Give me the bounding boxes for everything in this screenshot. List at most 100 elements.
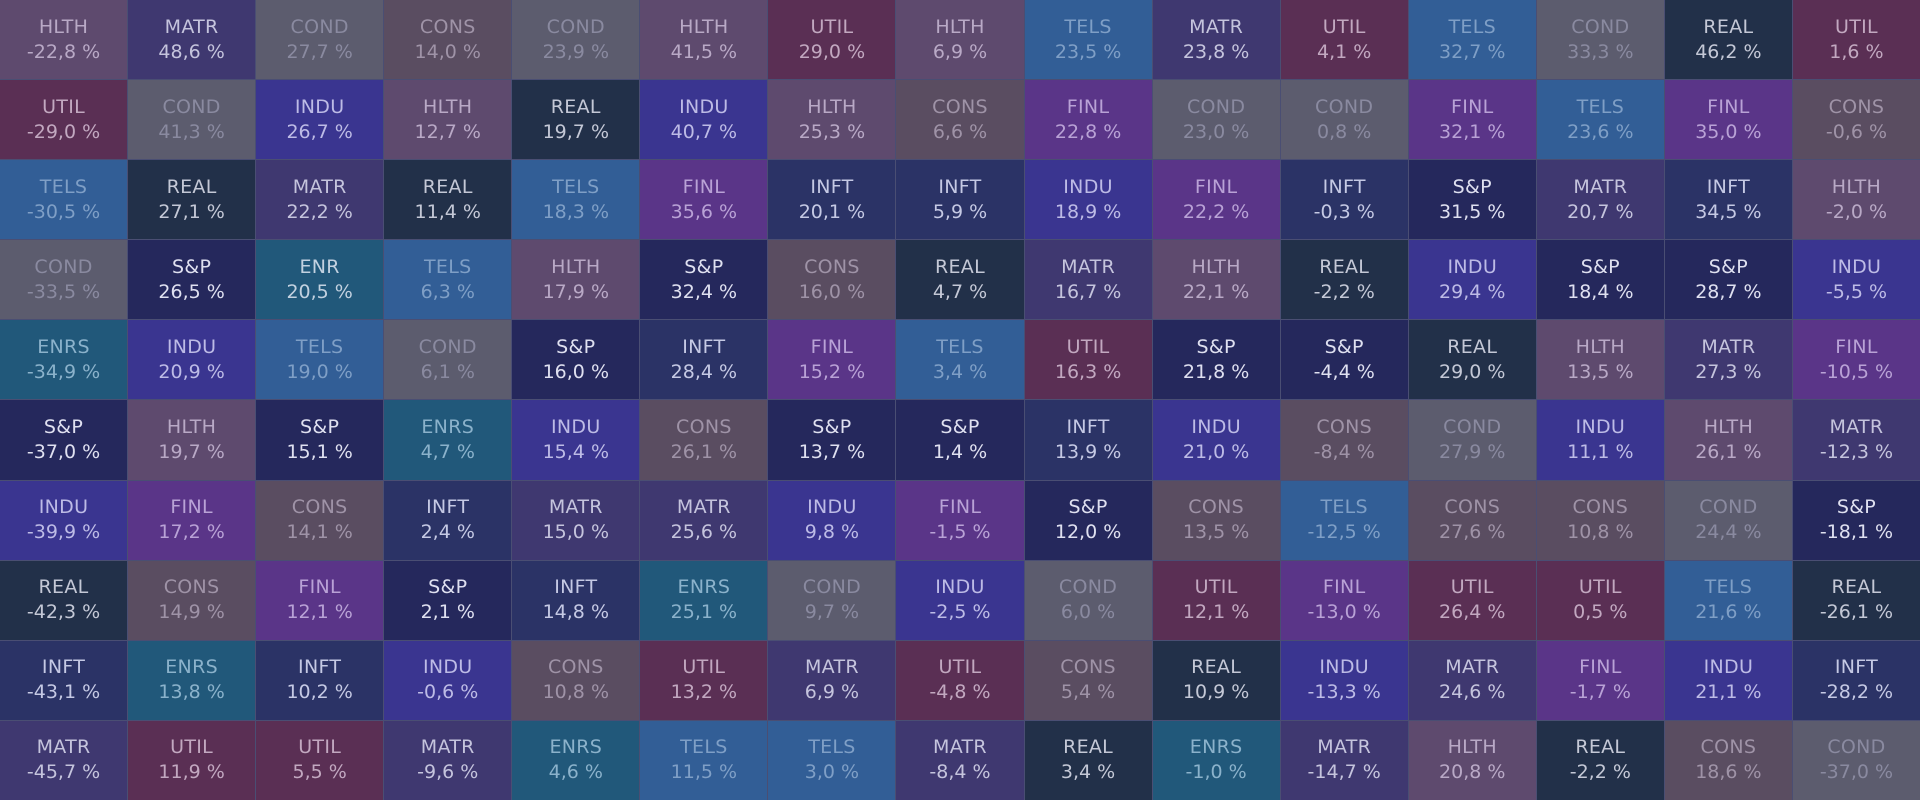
sector-cell[interactable]: MATR -12,3 % [1792, 400, 1920, 480]
sector-cell[interactable]: FINL 35,0 % [1664, 80, 1792, 160]
sector-cell[interactable]: INDU -39,9 % [0, 480, 128, 560]
sector-cell[interactable]: COND -33,5 % [0, 240, 128, 320]
sector-cell[interactable]: S&P -37,0 % [0, 400, 128, 480]
sector-cell[interactable]: ENRS 13,8 % [128, 640, 256, 720]
sector-cell[interactable]: COND 0,8 % [1280, 80, 1408, 160]
sector-cell[interactable]: TELS 6,3 % [384, 240, 512, 320]
sector-cell[interactable]: S&P 12,0 % [1024, 480, 1152, 560]
sector-cell[interactable]: ENRS 4,7 % [384, 400, 512, 480]
sector-cell[interactable]: CONS 13,5 % [1152, 480, 1280, 560]
sector-cell[interactable]: S&P 1,4 % [896, 400, 1024, 480]
sector-cell[interactable]: REAL 3,4 % [1024, 720, 1152, 800]
sector-cell[interactable]: TELS 32,7 % [1408, 0, 1536, 80]
sector-cell[interactable]: HLTH 6,9 % [896, 0, 1024, 80]
sector-cell[interactable]: TELS -12,5 % [1280, 480, 1408, 560]
sector-cell[interactable]: FINL 17,2 % [128, 480, 256, 560]
sector-cell[interactable]: HLTH 22,1 % [1152, 240, 1280, 320]
sector-cell[interactable]: MATR 23,8 % [1152, 0, 1280, 80]
sector-cell[interactable]: MATR 6,9 % [768, 640, 896, 720]
sector-cell[interactable]: CONS 14,9 % [128, 560, 256, 640]
sector-cell[interactable]: INFT -28,2 % [1792, 640, 1920, 720]
sector-cell[interactable]: INDU 18,9 % [1024, 160, 1152, 240]
sector-cell[interactable]: MATR -8,4 % [896, 720, 1024, 800]
sector-cell[interactable]: TELS 3,4 % [896, 320, 1024, 400]
sector-cell[interactable]: REAL 46,2 % [1664, 0, 1792, 80]
sector-cell[interactable]: S&P 2,1 % [384, 560, 512, 640]
sector-cell[interactable]: HLTH 17,9 % [512, 240, 640, 320]
sector-cell[interactable]: S&P 15,1 % [256, 400, 384, 480]
sector-cell[interactable]: COND 24,4 % [1664, 480, 1792, 560]
sector-cell[interactable]: UTIL 12,1 % [1152, 560, 1280, 640]
sector-cell[interactable]: COND 9,7 % [768, 560, 896, 640]
sector-cell[interactable]: REAL 27,1 % [128, 160, 256, 240]
sector-cell[interactable]: REAL -2,2 % [1536, 720, 1664, 800]
sector-cell[interactable]: CONS 14,1 % [256, 480, 384, 560]
sector-cell[interactable]: MATR 15,0 % [512, 480, 640, 560]
sector-cell[interactable]: CONS 27,6 % [1408, 480, 1536, 560]
sector-cell[interactable]: CONS 26,1 % [640, 400, 768, 480]
sector-cell[interactable]: S&P 18,4 % [1536, 240, 1664, 320]
sector-cell[interactable]: FINL 22,8 % [1024, 80, 1152, 160]
sector-cell[interactable]: UTIL 4,1 % [1280, 0, 1408, 80]
sector-cell[interactable]: INDU -0,6 % [384, 640, 512, 720]
sector-cell[interactable]: TELS 11,5 % [640, 720, 768, 800]
sector-cell[interactable]: INFT 2,4 % [384, 480, 512, 560]
sector-cell[interactable]: HLTH 13,5 % [1536, 320, 1664, 400]
sector-cell[interactable]: HLTH 20,8 % [1408, 720, 1536, 800]
sector-cell[interactable]: TELS 18,3 % [512, 160, 640, 240]
sector-cell[interactable]: S&P 16,0 % [512, 320, 640, 400]
sector-cell[interactable]: REAL -42,3 % [0, 560, 128, 640]
sector-cell[interactable]: MATR -14,7 % [1280, 720, 1408, 800]
sector-cell[interactable]: REAL 11,4 % [384, 160, 512, 240]
sector-cell[interactable]: UTIL 13,2 % [640, 640, 768, 720]
sector-cell[interactable]: ENRS -34,9 % [0, 320, 128, 400]
sector-cell[interactable]: INDU -5,5 % [1792, 240, 1920, 320]
sector-cell[interactable]: ENRS 4,6 % [512, 720, 640, 800]
sector-cell[interactable]: REAL -2,2 % [1280, 240, 1408, 320]
sector-cell[interactable]: FINL 12,1 % [256, 560, 384, 640]
sector-cell[interactable]: S&P -4,4 % [1280, 320, 1408, 400]
sector-cell[interactable]: REAL -26,1 % [1792, 560, 1920, 640]
sector-cell[interactable]: ENRS -1,0 % [1152, 720, 1280, 800]
sector-cell[interactable]: INDU 21,1 % [1664, 640, 1792, 720]
sector-cell[interactable]: HLTH 41,5 % [640, 0, 768, 80]
sector-cell[interactable]: MATR 48,6 % [128, 0, 256, 80]
sector-cell[interactable]: CONS -0,6 % [1792, 80, 1920, 160]
sector-cell[interactable]: FINL 15,2 % [768, 320, 896, 400]
sector-cell[interactable]: INFT 10,2 % [256, 640, 384, 720]
sector-cell[interactable]: INFT 28,4 % [640, 320, 768, 400]
sector-cell[interactable]: UTIL 1,6 % [1792, 0, 1920, 80]
sector-cell[interactable]: S&P -18,1 % [1792, 480, 1920, 560]
sector-cell[interactable]: S&P 13,7 % [768, 400, 896, 480]
sector-cell[interactable]: MATR -9,6 % [384, 720, 512, 800]
sector-cell[interactable]: CONS 18,6 % [1664, 720, 1792, 800]
sector-cell[interactable]: MATR 25,6 % [640, 480, 768, 560]
sector-cell[interactable]: S&P 31,5 % [1408, 160, 1536, 240]
sector-cell[interactable]: MATR 24,6 % [1408, 640, 1536, 720]
sector-cell[interactable]: COND 27,7 % [256, 0, 384, 80]
sector-cell[interactable]: INFT 34,5 % [1664, 160, 1792, 240]
sector-cell[interactable]: HLTH 12,7 % [384, 80, 512, 160]
sector-cell[interactable]: COND -37,0 % [1792, 720, 1920, 800]
sector-cell[interactable]: S&P 28,7 % [1664, 240, 1792, 320]
sector-cell[interactable]: UTIL -29,0 % [0, 80, 128, 160]
sector-cell[interactable]: MATR 20,7 % [1536, 160, 1664, 240]
sector-cell[interactable]: TELS -30,5 % [0, 160, 128, 240]
sector-cell[interactable]: FINL -13,0 % [1280, 560, 1408, 640]
sector-cell[interactable]: INFT -0,3 % [1280, 160, 1408, 240]
sector-cell[interactable]: COND 23,0 % [1152, 80, 1280, 160]
sector-cell[interactable]: INDU 11,1 % [1536, 400, 1664, 480]
sector-cell[interactable]: TELS 23,5 % [1024, 0, 1152, 80]
sector-cell[interactable]: UTIL 0,5 % [1536, 560, 1664, 640]
sector-cell[interactable]: UTIL -4,8 % [896, 640, 1024, 720]
sector-cell[interactable]: FINL -10,5 % [1792, 320, 1920, 400]
sector-cell[interactable]: INDU -13,3 % [1280, 640, 1408, 720]
sector-cell[interactable]: INDU 40,7 % [640, 80, 768, 160]
sector-cell[interactable]: CONS 10,8 % [512, 640, 640, 720]
sector-cell[interactable]: MATR 22,2 % [256, 160, 384, 240]
sector-cell[interactable]: INDU 29,4 % [1408, 240, 1536, 320]
sector-cell[interactable]: MATR 16,7 % [1024, 240, 1152, 320]
sector-cell[interactable]: CONS 6,6 % [896, 80, 1024, 160]
sector-cell[interactable]: COND 6,0 % [1024, 560, 1152, 640]
sector-cell[interactable]: REAL 4,7 % [896, 240, 1024, 320]
